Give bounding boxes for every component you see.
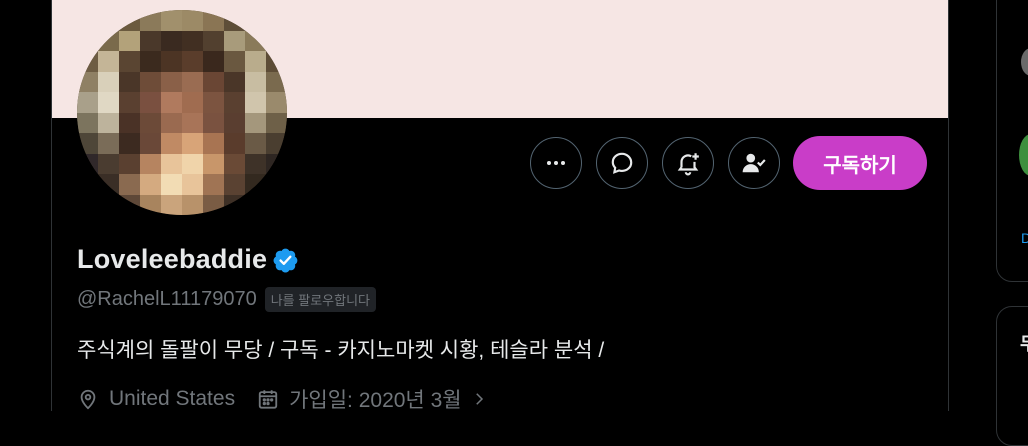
joined-text: 가입일: 2020년 3월	[289, 389, 462, 412]
message-button[interactable]	[596, 137, 648, 189]
subscribe-button[interactable]: 구독하기	[793, 136, 927, 190]
message-bubble-icon	[611, 152, 633, 174]
profile-column: 구독하기 Loveleebaddie @RachelL11179070 나를 팔…	[51, 0, 949, 414]
profile-handle: @RachelL11179070	[77, 288, 257, 310]
location-item: United States	[77, 387, 235, 411]
name-row: Loveleebaddie	[77, 244, 299, 275]
bell-add-icon	[677, 153, 699, 176]
sidebar-link[interactable]: D	[1021, 230, 1028, 246]
avatar-pixelated-image	[77, 10, 287, 215]
location-text: United States	[109, 387, 236, 410]
display-name: Loveleebaddie	[77, 244, 268, 274]
handle-row: @RachelL11179070 나를 팔로우합니다	[77, 287, 376, 312]
following-button[interactable]	[728, 137, 780, 189]
left-gutter	[0, 0, 51, 411]
more-horizontal-icon	[547, 161, 565, 165]
sidebar-card-heading: 무	[1020, 330, 1028, 356]
joined-item[interactable]: 가입일: 2020년 3월	[257, 384, 498, 414]
calendar-icon	[258, 390, 278, 409]
profile-avatar[interactable]	[77, 10, 287, 215]
profile-bio: 주식계의 돌팔이 무당 / 구독 - 카지노마켓 시황, 테슬라 분석 /	[77, 339, 605, 362]
location-pin-icon	[80, 389, 96, 410]
follows-you-badge: 나를 팔로우합니다	[264, 287, 376, 312]
notifications-button[interactable]	[662, 137, 714, 189]
more-button[interactable]	[530, 137, 582, 189]
chevron-right-icon	[475, 393, 483, 405]
sidebar-card-bottom	[996, 306, 1028, 446]
verified-badge-icon[interactable]	[273, 247, 299, 273]
profile-meta-row: United States 가입일: 2020년 3월	[77, 384, 520, 414]
user-check-icon	[742, 153, 766, 173]
